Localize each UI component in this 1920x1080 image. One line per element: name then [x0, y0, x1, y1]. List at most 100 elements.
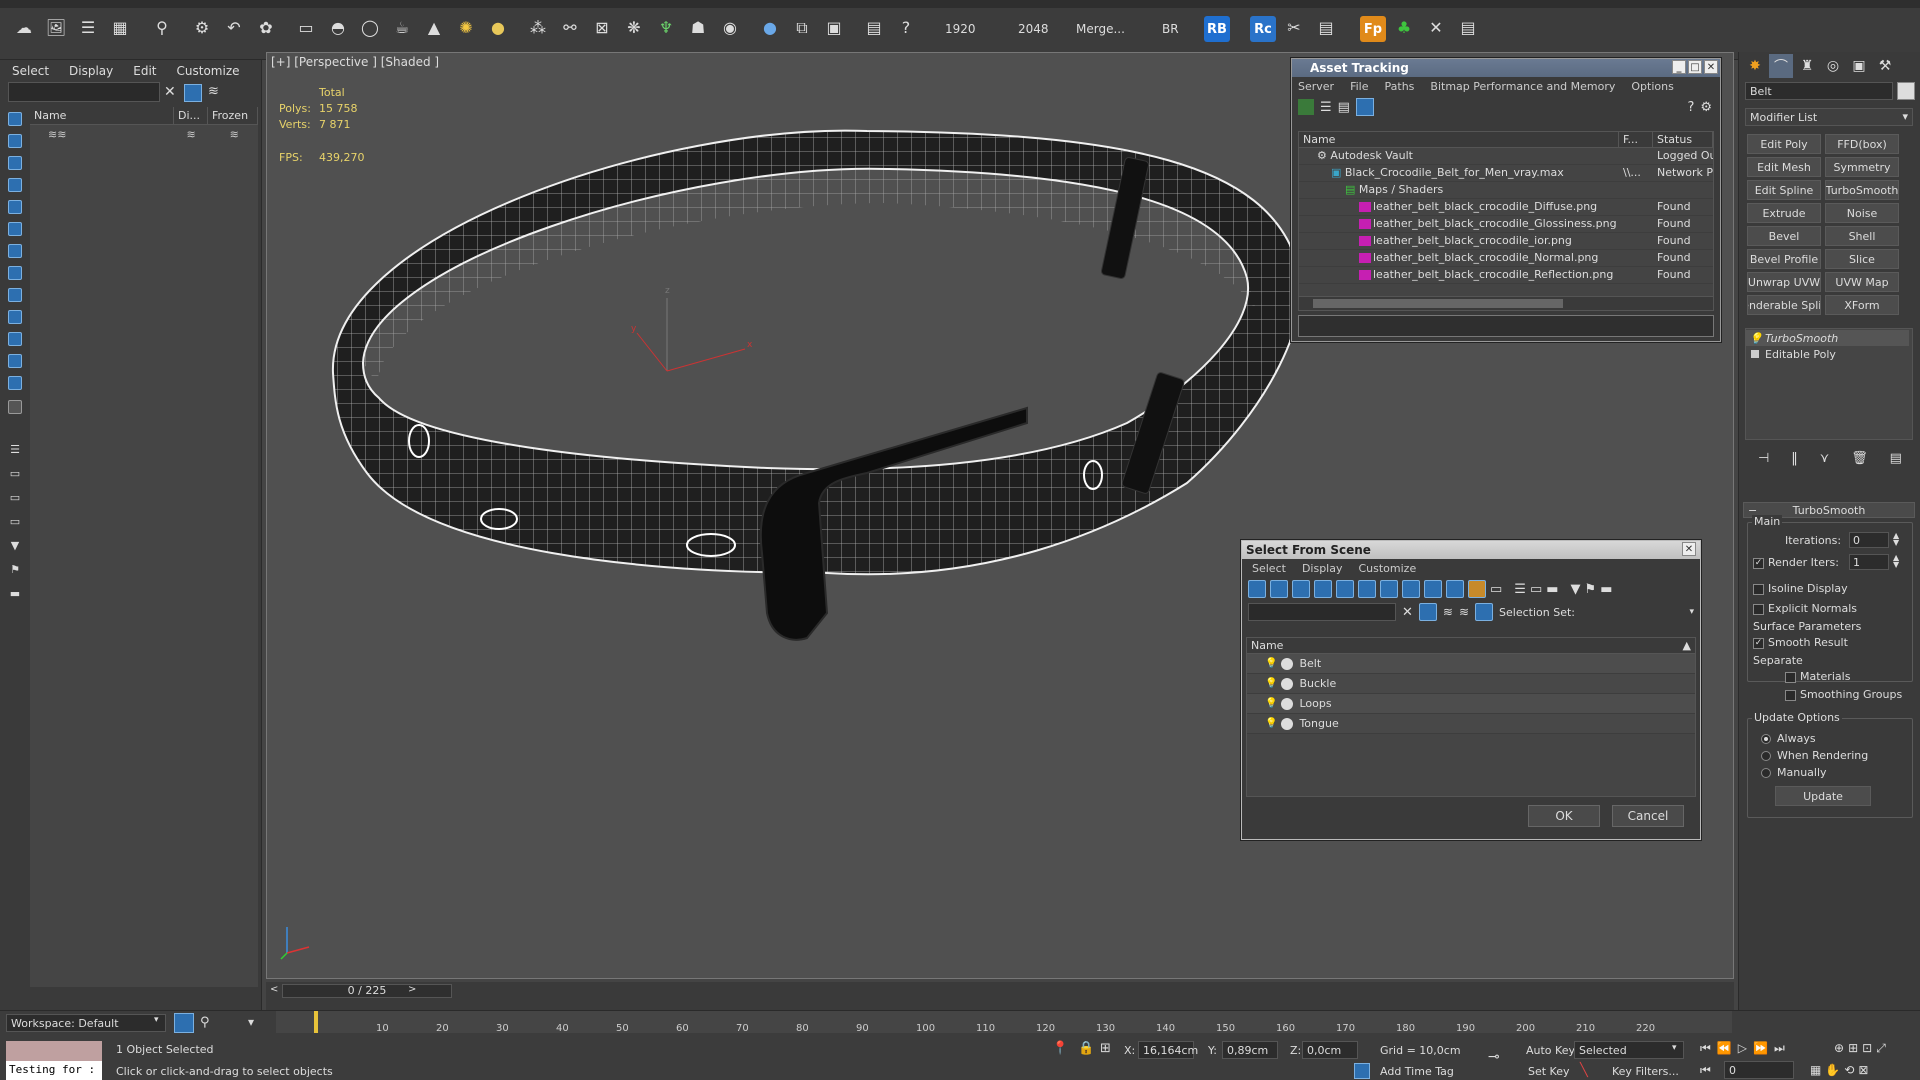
stack-item-editable-poly[interactable]: Editable Poly: [1745, 346, 1909, 362]
explicit-normals-checkbox[interactable]: [1753, 603, 1764, 615]
workspace-dropdown[interactable]: Workspace: Default: [6, 1014, 166, 1032]
lock-icon[interactable]: 🔒: [1078, 1041, 1094, 1056]
visibility-icon[interactable]: 💡: [1265, 718, 1277, 729]
modifier-button[interactable]: Shell: [1825, 226, 1899, 246]
layers-icon[interactable]: ☰: [76, 16, 100, 40]
cylinder-icon[interactable]: ◯: [358, 16, 382, 40]
key-mode-icon[interactable]: ⊸: [1488, 1049, 1500, 1065]
modifier-button[interactable]: Noise: [1825, 203, 1899, 223]
modify-tab-icon[interactable]: ⌒: [1769, 54, 1793, 78]
render-setup-icon[interactable]: ●: [758, 16, 782, 40]
table-view-icon[interactable]: ▤: [1338, 100, 1350, 115]
invert-icon[interactable]: ▭: [4, 512, 26, 530]
object-name-field[interactable]: Belt: [1745, 82, 1893, 100]
field-of-view-icon[interactable]: ▦: [1810, 1063, 1821, 1077]
frame-icon[interactable]: ⧉: [790, 16, 814, 40]
explorer-search-input[interactable]: [8, 82, 160, 102]
time-marker[interactable]: [314, 1011, 318, 1033]
isoline-row[interactable]: Isoline Display: [1753, 582, 1848, 595]
scrollbar-thumb[interactable]: [1313, 299, 1563, 308]
show-end-result-icon[interactable]: ‖: [1791, 451, 1798, 466]
filter-shapes-icon[interactable]: [4, 132, 26, 150]
motion-tab-icon[interactable]: ◎: [1821, 54, 1845, 78]
iterations-spinner[interactable]: 0: [1849, 532, 1889, 548]
smoothing-groups-checkbox[interactable]: [1785, 689, 1796, 701]
materials-checkbox[interactable]: [1785, 671, 1796, 683]
display-warps-icon[interactable]: [1358, 580, 1376, 598]
filter-geometry-icon[interactable]: [4, 110, 26, 128]
scene-object-row[interactable]: 💡 Belt: [1247, 654, 1695, 674]
walkthrough-icon[interactable]: ⊠: [1858, 1063, 1868, 1077]
column-name[interactable]: Name: [30, 107, 174, 124]
menu-paths[interactable]: Paths: [1385, 80, 1415, 93]
filter-funnel-icon[interactable]: ▼: [1571, 582, 1581, 597]
object-color-swatch[interactable]: [1897, 82, 1915, 100]
lightbulb-icon[interactable]: 💡: [1749, 332, 1763, 345]
modifier-button[interactable]: Extrude: [1747, 203, 1821, 223]
pan-icon[interactable]: ✋: [1825, 1063, 1840, 1077]
filter-options-icon[interactable]: ⚑: [1585, 582, 1597, 597]
list-view-icon[interactable]: ☰: [1320, 100, 1332, 115]
modifier-button[interactable]: Edit Poly: [1747, 134, 1821, 154]
open-icon[interactable]: 🖼: [44, 16, 68, 40]
manually-row[interactable]: Manually: [1761, 766, 1827, 779]
display-frozen-icon[interactable]: [1468, 580, 1486, 598]
scene-object-row[interactable]: 💡 Tongue: [1247, 714, 1695, 734]
absolute-mode-icon[interactable]: ⊞: [1100, 1041, 1111, 1056]
display-hidden-icon[interactable]: ▭: [1490, 582, 1502, 597]
y-coordinate-field[interactable]: 0,89cm: [1222, 1041, 1278, 1059]
display-cameras-icon[interactable]: [1314, 580, 1332, 598]
display-helpers-icon[interactable]: [1336, 580, 1354, 598]
zoom-icon[interactable]: ⊕: [1834, 1041, 1844, 1056]
merge-button[interactable]: Merge...: [1076, 22, 1125, 36]
tools-icon[interactable]: ✂: [1282, 16, 1306, 40]
modifier-button[interactable]: Edit Spline: [1747, 180, 1821, 200]
layer-toggle-icon[interactable]: ≋: [208, 84, 219, 99]
select-from-scene-titlebar[interactable]: Select From Scene ✕: [1242, 541, 1700, 559]
tree-icon[interactable]: ♣: [1392, 16, 1416, 40]
key-filters-button[interactable]: Key Filters...: [1612, 1065, 1679, 1078]
filter-funnel-icon[interactable]: ▼: [4, 536, 26, 554]
scene-object-row[interactable]: 💡 Buckle: [1247, 674, 1695, 694]
next-frame-icon[interactable]: >: [408, 984, 416, 995]
modifier-button[interactable]: UVW Map: [1825, 272, 1899, 292]
always-radio[interactable]: [1761, 734, 1771, 744]
wrench-icon[interactable]: ✕: [1424, 16, 1448, 40]
utilities-tab-icon[interactable]: ⚒: [1873, 54, 1897, 78]
always-row[interactable]: Always: [1761, 732, 1816, 745]
asset-row[interactable]: ▣ Black_Crocodile_Belt_for_Men_vray.max \…: [1299, 165, 1713, 182]
collapse-icon[interactable]: ▬: [4, 584, 26, 602]
filter-cameras-icon[interactable]: [4, 176, 26, 194]
asset-column-name[interactable]: Name: [1299, 132, 1619, 147]
hierarchy-icon[interactable]: [1475, 603, 1494, 621]
expand-icon[interactable]: [1751, 350, 1759, 358]
clear-search-icon[interactable]: ✕: [164, 84, 176, 100]
maxscript-mini-listener-pink[interactable]: [6, 1041, 102, 1061]
explorer-icon[interactable]: ▦: [108, 16, 132, 40]
render-iters-spinner[interactable]: 1: [1849, 554, 1889, 570]
settings-icon[interactable]: ⚙: [1700, 100, 1712, 115]
helper-icon[interactable]: ⊠: [590, 16, 614, 40]
filter-hidden-icon[interactable]: [4, 352, 26, 370]
clear-search-icon[interactable]: ✕: [1402, 605, 1413, 620]
close-icon[interactable]: ✕: [1704, 60, 1718, 74]
menu-display[interactable]: Display: [1302, 562, 1343, 575]
rc-button[interactable]: Rc: [1250, 16, 1276, 42]
current-frame-field[interactable]: 0: [1724, 1061, 1794, 1079]
explorer-menu-customize[interactable]: Customize: [177, 64, 240, 78]
auto-key-button[interactable]: Auto Key: [1526, 1044, 1575, 1057]
print-size-icon[interactable]: ▤: [862, 16, 886, 40]
key-mode-toggle-icon[interactable]: ⏮: [1700, 1063, 1711, 1078]
x-coordinate-field[interactable]: 16,164cm: [1138, 1041, 1198, 1059]
explorer-menu-select[interactable]: Select: [12, 64, 49, 78]
select-none-icon[interactable]: ▭: [1530, 582, 1542, 597]
manually-radio[interactable]: [1761, 768, 1771, 778]
sort-arrow-icon[interactable]: ▲: [1679, 638, 1695, 653]
collapse-icon[interactable]: ▬: [1600, 582, 1612, 597]
asset-path-field[interactable]: [1298, 315, 1714, 337]
asset-row[interactable]: leather_belt_black_crocodile_Reflection.…: [1299, 267, 1713, 284]
iterations-spin-icon[interactable]: ▲ ▼: [1893, 532, 1899, 547]
asset-row[interactable]: leather_belt_black_crocodile_Diffuse.png…: [1299, 199, 1713, 216]
modifier-button[interactable]: enderable Splir: [1747, 295, 1821, 315]
box-icon[interactable]: ▭: [294, 16, 318, 40]
